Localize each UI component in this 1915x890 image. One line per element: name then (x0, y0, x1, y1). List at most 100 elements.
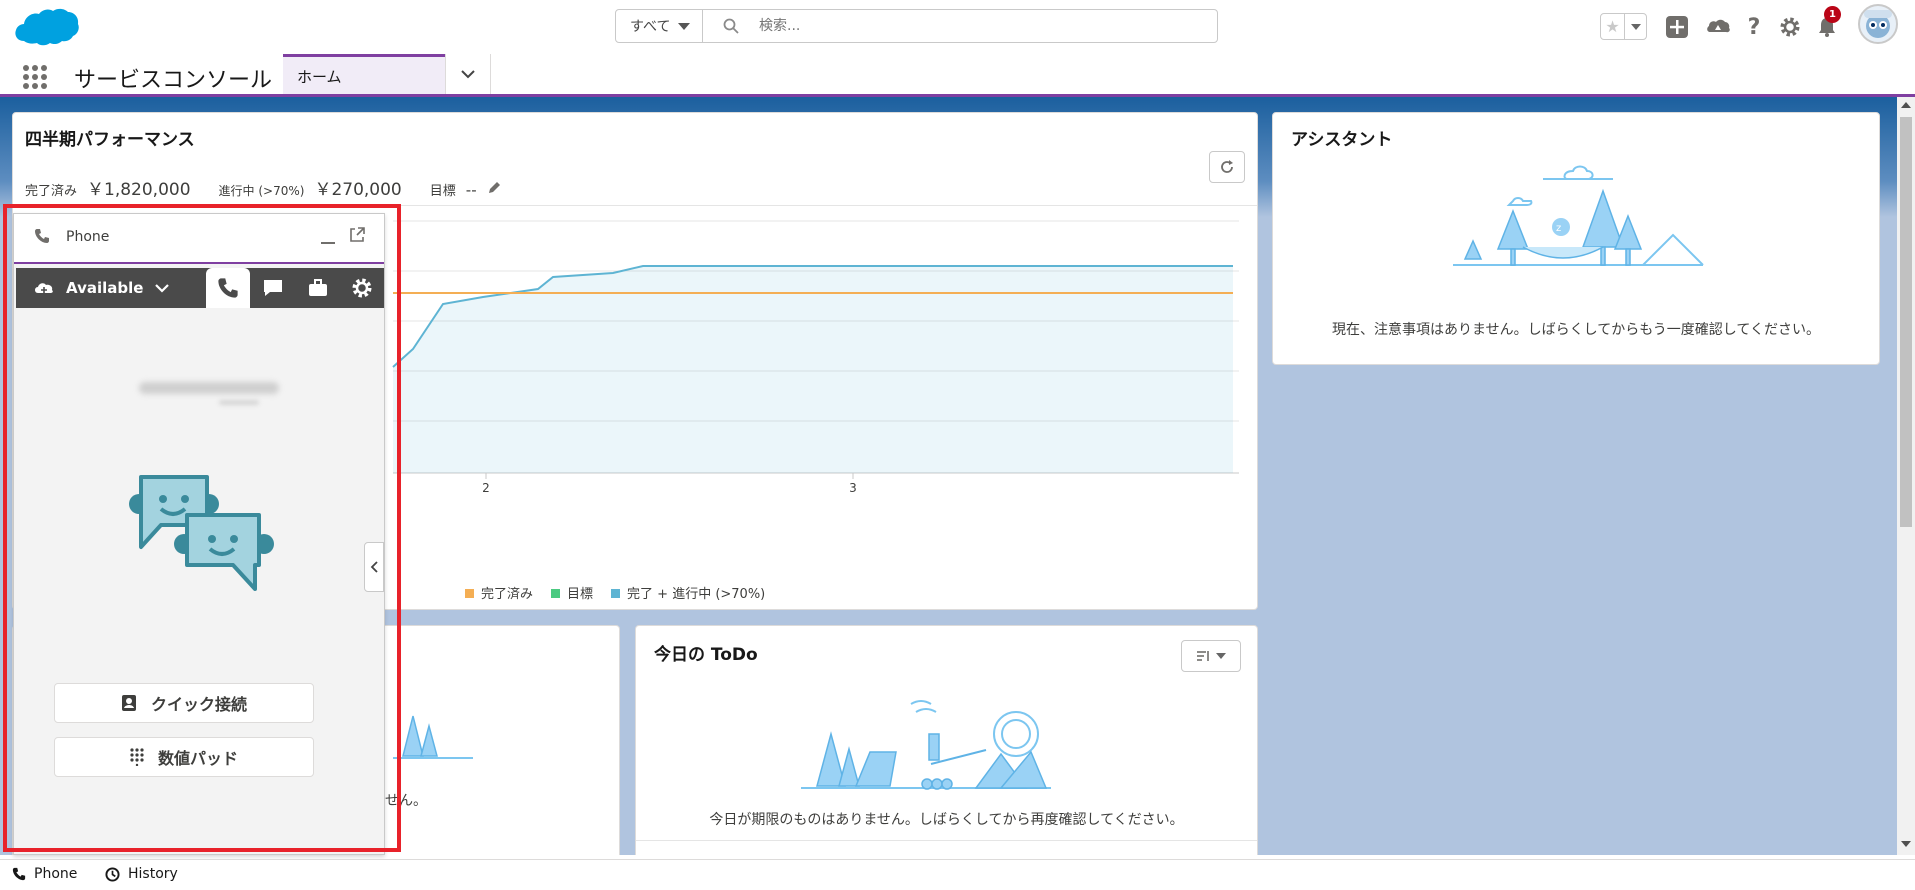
legend-item[interactable]: 完了 + 進行中 (>70%) (611, 583, 765, 602)
minimize-icon (321, 242, 335, 244)
utility-item-label: Phone (34, 866, 78, 882)
todo-empty-message: 今日が期限のものはありません。しばらくしてから再度確認してください。 (709, 812, 1184, 828)
sort-menu-button[interactable] (1181, 640, 1241, 672)
phone-icon (35, 229, 49, 243)
blurred-agent-info (139, 382, 279, 394)
svg-text:z: z (1556, 223, 1561, 234)
status-label: Available (66, 279, 144, 297)
scroll-up-arrow[interactable] (1901, 102, 1911, 108)
quick-connect-button[interactable]: クイック接続 (54, 683, 314, 723)
chat-icon (264, 280, 282, 296)
global-actions-button[interactable] (1662, 12, 1692, 42)
gear-icon (1780, 17, 1800, 37)
x-tick-label: 2 (482, 481, 490, 495)
divider (636, 840, 1257, 841)
star-icon: ★ (1601, 14, 1625, 39)
search-input[interactable] (757, 17, 1201, 35)
todo-card: 今日の ToDo 今日が期限のものはありません。しばらくしてから再度確認してくだ… (635, 625, 1258, 855)
help-button[interactable]: ? (1739, 12, 1769, 42)
status-dropdown[interactable]: Available (34, 268, 170, 308)
dialpad-icon (130, 748, 144, 766)
empty-state-illustration: z (1453, 165, 1704, 266)
trailhead-icon (1707, 19, 1730, 33)
tab-chat[interactable] (251, 268, 295, 308)
sort-icon (1197, 651, 1209, 661)
card-title: 四半期パフォーマンス (25, 130, 195, 150)
tab-home-label: ホーム (297, 68, 342, 86)
legend-item[interactable]: 完了済み (465, 583, 533, 602)
app-name: サービスコンソール (74, 68, 273, 93)
divider (13, 205, 1257, 206)
tab-home[interactable]: ホーム (283, 54, 445, 94)
chat-bubbles-illustration (129, 475, 274, 591)
minimize-button[interactable] (319, 226, 337, 248)
softphone-title: Phone (66, 229, 110, 245)
utility-bar: Phone History (0, 859, 1915, 890)
popout-button[interactable] (349, 227, 369, 247)
search-scope-label: すべて (630, 19, 671, 35)
user-avatar[interactable] (1858, 4, 1898, 44)
edit-goal-icon[interactable] (487, 181, 501, 195)
softphone-panel: Phone Available クイック接続 数値パッド (13, 213, 385, 855)
app-launcher-icon (23, 65, 47, 89)
card-title: 今日の ToDo (654, 645, 758, 665)
partial-card-message: せん。 (385, 793, 427, 809)
gear-icon (352, 278, 372, 298)
number-pad-button[interactable]: 数値パッド (54, 737, 314, 777)
cloud-status-icon (35, 283, 53, 293)
x-tick-label: 3 (849, 481, 857, 495)
empty-state-illustration (801, 700, 1051, 790)
card-title: アシスタント (1291, 130, 1393, 150)
softphone-header: Phone (14, 214, 384, 264)
utility-item-label: History (128, 866, 178, 882)
legend-goal-label: 目標 (567, 587, 594, 602)
briefcase-icon (309, 279, 327, 296)
tab-phone[interactable] (206, 268, 250, 308)
global-search[interactable] (702, 9, 1218, 43)
open-value: ￥270,000 (314, 180, 402, 200)
goal-value: -- (465, 181, 477, 199)
app-launcher-button[interactable] (22, 64, 48, 90)
blurred-agent-info (219, 400, 259, 405)
refresh-button[interactable] (1209, 151, 1245, 183)
global-header: すべて ★ ? 1 (0, 0, 1915, 55)
empty-state-illustration (393, 715, 473, 759)
assistant-card: アシスタント z 現在、注意事項はありません。しばらくしてからもう一度確認してく… (1272, 112, 1880, 365)
setup-button[interactable] (1775, 12, 1805, 42)
favorites-button[interactable]: ★ (1600, 13, 1647, 40)
notification-count-badge: 1 (1824, 6, 1841, 23)
phone-icon (218, 278, 238, 298)
utility-item-phone[interactable]: Phone (12, 866, 77, 882)
chevron-down-icon (155, 283, 170, 293)
search-scope-dropdown[interactable]: すべて (615, 9, 703, 43)
series-area-closed-open (393, 266, 1233, 473)
scroll-down-arrow[interactable] (1901, 841, 1911, 847)
tab-briefcase[interactable] (296, 268, 340, 308)
collapse-panel-button[interactable] (364, 542, 384, 592)
chevron-down-icon (461, 70, 475, 79)
goal-label: 目標 (429, 184, 456, 199)
softphone-toolbar: Available (16, 268, 384, 308)
open-label: 進行中 (>70%) (218, 184, 305, 198)
search-icon (723, 18, 739, 34)
favorites-menu-button[interactable] (1625, 14, 1646, 39)
tab-menu-button[interactable] (445, 54, 491, 94)
closed-label: 完了済み (25, 184, 78, 199)
salesforce-logo[interactable] (12, 5, 82, 51)
scrollbar-thumb[interactable] (1900, 117, 1912, 527)
popout-icon (350, 227, 365, 242)
page-scrollbar[interactable] (1897, 97, 1915, 855)
number-pad-label: 数値パッド (157, 749, 238, 768)
contact-card-icon (121, 695, 136, 711)
phone-icon (12, 867, 26, 881)
tab-settings[interactable] (340, 268, 384, 308)
trailhead-button[interactable] (1703, 12, 1733, 42)
utility-item-history[interactable]: History (105, 866, 178, 882)
chart-legend: 完了済み 目標 完了 + 進行中 (>70%) (465, 583, 765, 602)
help-icon: ? (1747, 14, 1761, 40)
quick-connect-label: クイック接続 (150, 695, 247, 714)
refresh-icon (1221, 160, 1233, 173)
legend-item[interactable]: 目標 (551, 583, 593, 602)
legend-closed-label: 完了済み (481, 587, 534, 602)
chevron-down-icon (678, 22, 691, 30)
